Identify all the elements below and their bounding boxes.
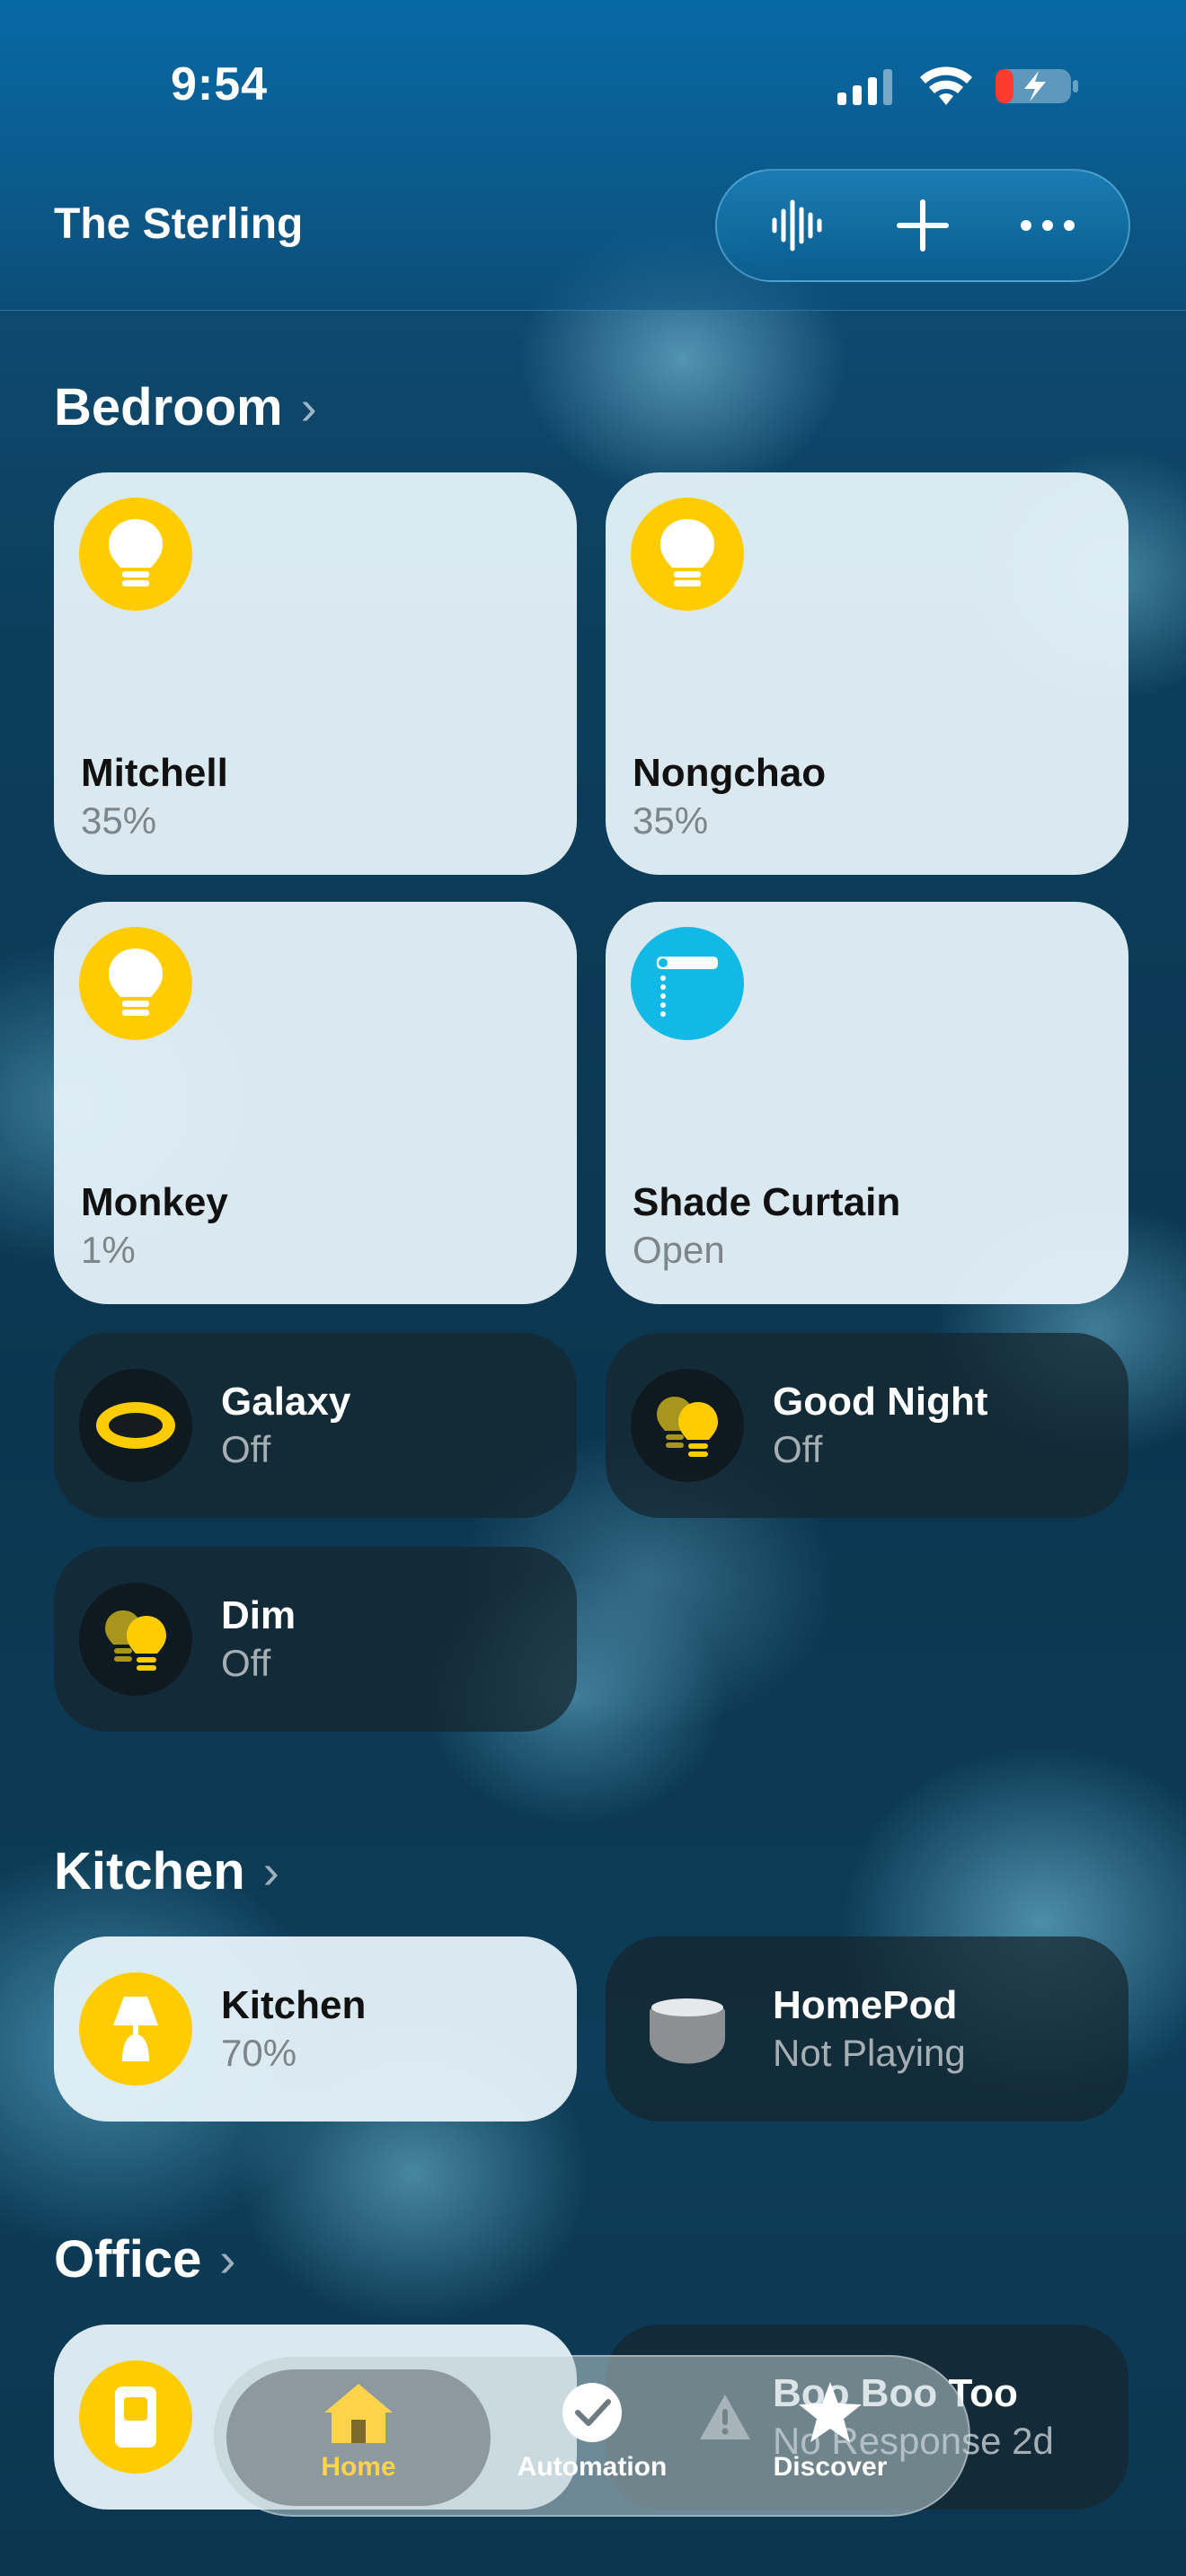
tab-label: Automation [517, 2452, 668, 2482]
tile-state: Open [633, 1229, 725, 1271]
add-button[interactable] [878, 181, 968, 270]
accessory-tile-shade-curtain[interactable]: Shade Curtain Open [606, 902, 1128, 1304]
lightbulb-icon [79, 927, 192, 1040]
tile-state: Not Playing [773, 2032, 966, 2074]
tile-state: Off [221, 1642, 271, 1684]
status-icons [836, 63, 1080, 110]
scene-tile-dim[interactable]: Dim Off [54, 1547, 577, 1732]
house-icon [324, 2384, 393, 2443]
accessory-tile-homepod[interactable]: HomePod Not Playing [606, 1936, 1128, 2122]
section-header-bedroom[interactable]: Bedroom › [54, 377, 317, 437]
home-title: The Sterling [54, 200, 304, 248]
tab-label: Discover [773, 2452, 888, 2482]
tile-state: Off [221, 1428, 271, 1470]
tile-state: 35% [633, 799, 709, 842]
tile-name: Mitchell [81, 751, 228, 795]
window-shade-icon [631, 927, 744, 1040]
section-header-office[interactable]: Office › [54, 2229, 235, 2289]
section-header-kitchen[interactable]: Kitchen › [54, 1841, 279, 1901]
accessory-tile-monkey[interactable]: Monkey 1% [54, 902, 577, 1304]
scene-bulbs-icon [79, 1583, 192, 1696]
toolbar-pill [715, 169, 1130, 282]
tile-state: 1% [81, 1229, 136, 1271]
section-title-bedroom: Bedroom [54, 378, 283, 437]
tile-state: 70% [221, 2032, 297, 2074]
cellular-signal-icon [837, 69, 892, 105]
intercom-button[interactable] [753, 181, 843, 270]
plus-icon [896, 199, 949, 251]
tab-automation[interactable]: Automation [493, 2380, 691, 2497]
star-icon [799, 2382, 862, 2442]
accessory-tile-galaxy[interactable]: Galaxy Off [54, 1333, 577, 1518]
accessory-tile-nongchao[interactable]: Nongchao 35% [606, 472, 1128, 875]
tile-name: Shade Curtain [633, 1180, 901, 1224]
ceiling-light-icon [79, 1369, 192, 1482]
clock-icon [562, 2383, 622, 2442]
chevron-right-icon: › [262, 1844, 279, 1899]
tile-name: Dim [221, 1593, 296, 1637]
tab-home[interactable]: Home [260, 2380, 457, 2497]
section-title-kitchen: Kitchen [54, 1842, 245, 1901]
lightbulb-icon [79, 498, 192, 611]
section-title-office: Office [54, 2230, 202, 2289]
tile-name: Good Night [773, 1380, 988, 1424]
tab-bar: Home Automation Discover [212, 2355, 970, 2517]
switch-icon [79, 2360, 192, 2474]
more-button[interactable] [1003, 181, 1093, 270]
chevron-right-icon: › [219, 2232, 236, 2287]
battery-charging-icon [996, 69, 1078, 103]
chevron-right-icon: › [300, 380, 317, 435]
waveform-icon [772, 199, 822, 251]
tile-name: Galaxy [221, 1380, 351, 1424]
tile-name: HomePod [773, 1983, 958, 2027]
lightbulb-icon [631, 498, 744, 611]
wifi-icon [920, 66, 972, 105]
tile-name: Monkey [81, 1180, 228, 1224]
accessory-tile-mitchell[interactable]: Mitchell 35% [54, 472, 577, 875]
homepod-mini-icon [631, 1972, 744, 2086]
scene-bulbs-icon [631, 1369, 744, 1482]
tab-discover[interactable]: Discover [731, 2380, 929, 2497]
table-lamp-icon [79, 1972, 192, 2086]
tile-name: Nongchao [633, 751, 827, 795]
tab-label: Home [321, 2452, 396, 2482]
tile-state: Off [773, 1428, 823, 1470]
accessory-tile-kitchen-lamp[interactable]: Kitchen 70% [54, 1936, 577, 2122]
ellipsis-icon [1021, 220, 1075, 231]
tile-name: Kitchen [221, 1983, 367, 2027]
status-time: 9:54 [171, 58, 269, 110]
tile-state: 35% [81, 799, 157, 842]
scene-tile-good-night[interactable]: Good Night Off [606, 1333, 1128, 1518]
